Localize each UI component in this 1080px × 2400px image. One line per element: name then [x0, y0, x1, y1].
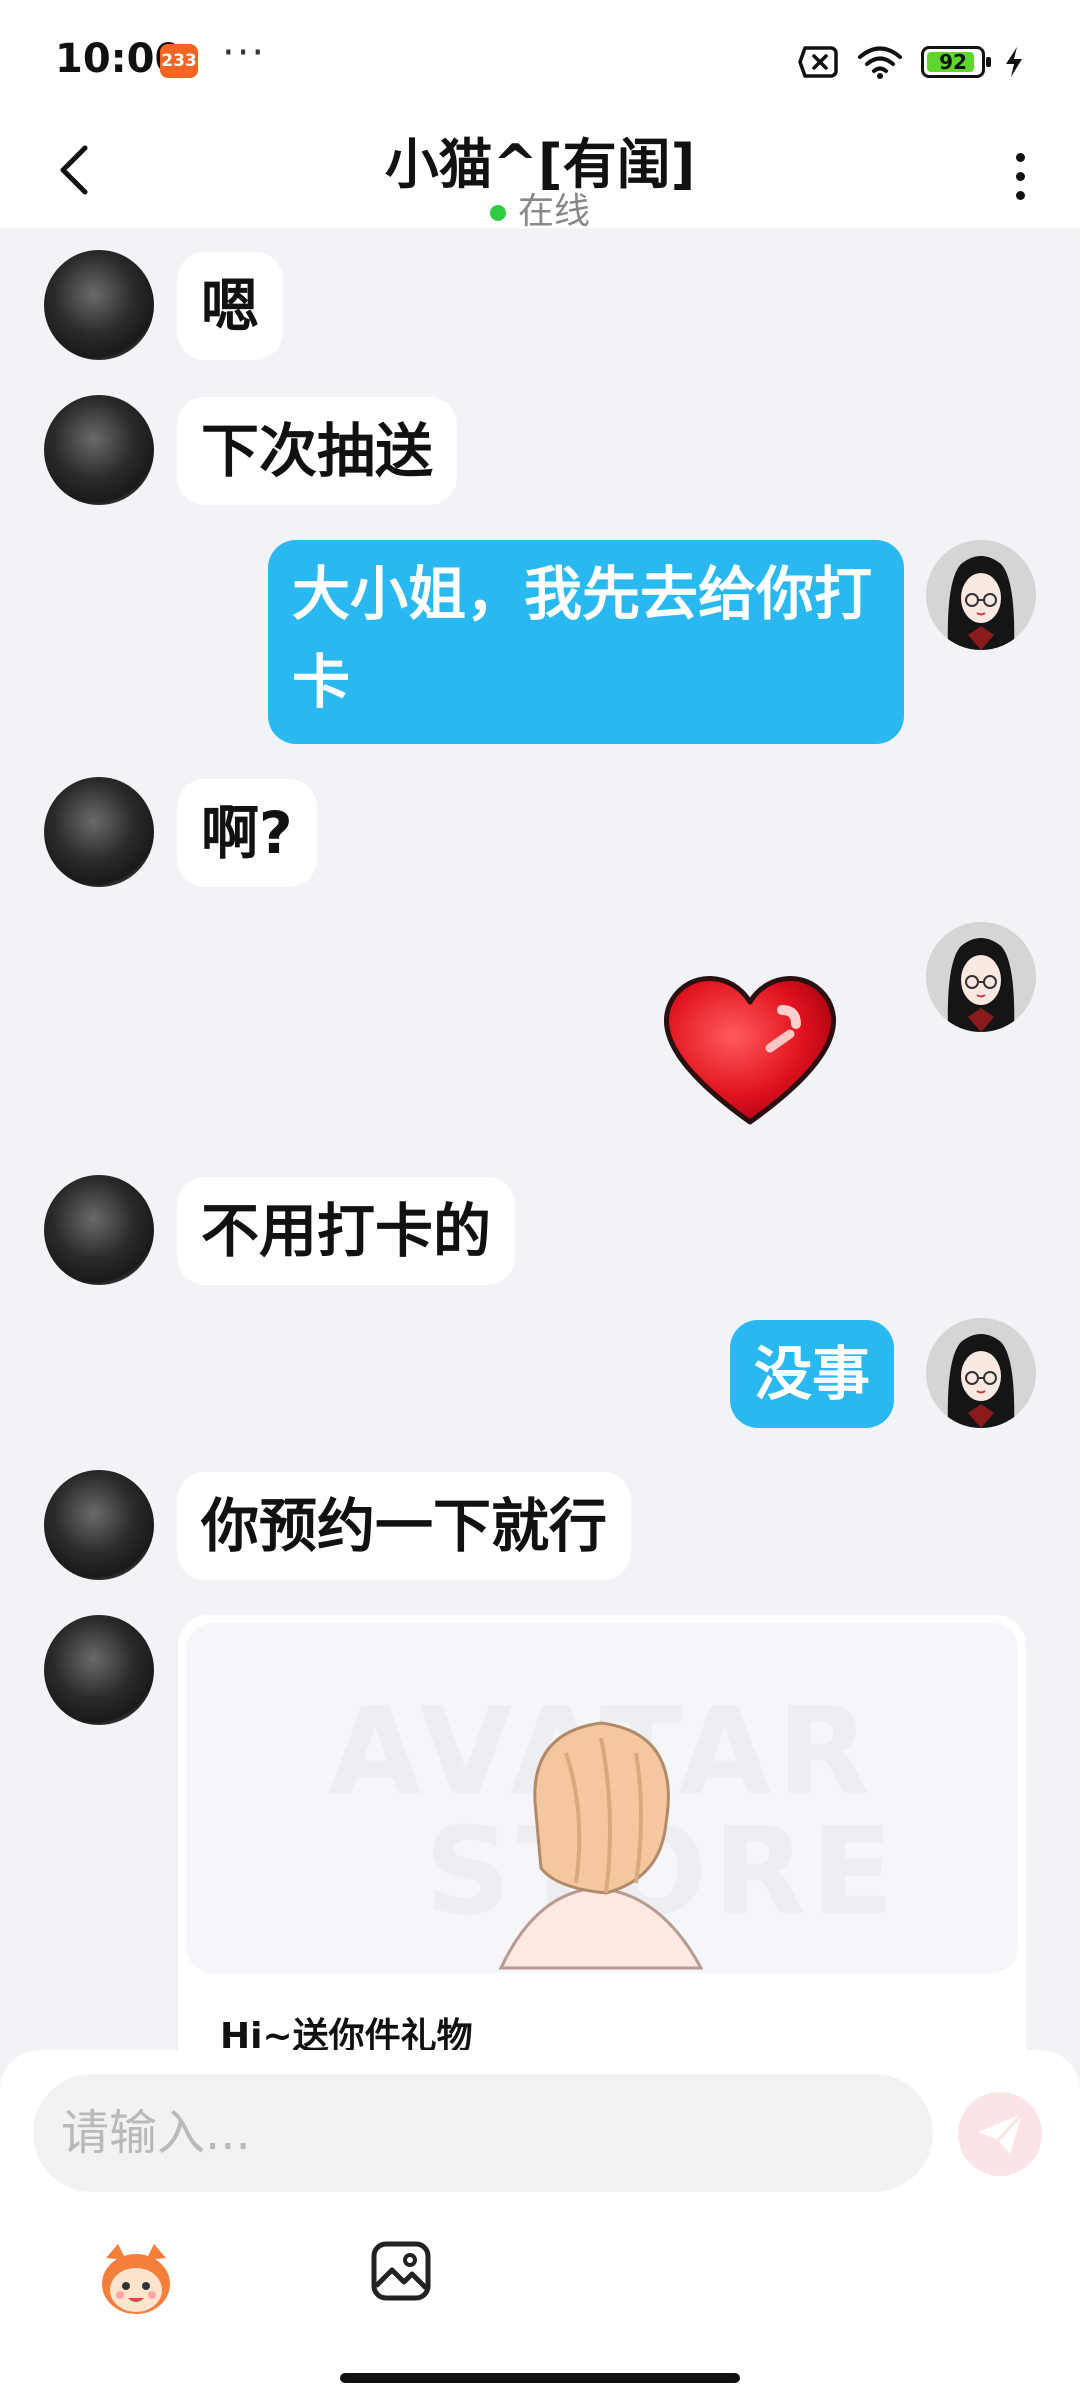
battery-level: 92 [939, 50, 967, 74]
gift-image: AVATAR STORE [186, 1623, 1018, 1973]
contact-avatar[interactable] [44, 250, 154, 360]
message-bubble[interactable]: 大小姐，我先去给你打卡 [268, 540, 904, 744]
home-indicator[interactable] [340, 2373, 740, 2383]
red-heart-sticker[interactable] [650, 962, 850, 1132]
sim-off-icon [798, 46, 838, 78]
more-notifications-indicator: ··· [222, 30, 267, 76]
contact-avatar[interactable] [44, 777, 154, 887]
anime-girl-avatar-icon [926, 540, 1036, 650]
message-input[interactable] [33, 2074, 933, 2192]
message-bubble[interactable]: 不用打卡的 [177, 1177, 516, 1285]
anime-girl-avatar-icon [926, 1318, 1036, 1428]
status-bar: 10:00 233 ··· 92 [0, 0, 1080, 120]
online-status-label: 在线 [517, 191, 590, 232]
contact-avatar[interactable] [44, 1470, 154, 1580]
anime-girl-avatar-icon [926, 922, 1036, 1032]
send-icon [978, 2112, 1024, 2154]
online-dot-icon [489, 205, 506, 221]
emoji-button[interactable] [96, 2240, 176, 2320]
battery-icon: 92 [921, 46, 991, 78]
status-icons: 92 [797, 40, 1025, 84]
contact-avatar[interactable] [44, 1175, 154, 1285]
chat-header: 小猫^[有闺] 在线 [0, 120, 1080, 232]
input-area [0, 2050, 1080, 2400]
wifi-icon [858, 46, 902, 79]
charging-icon [1006, 47, 1022, 77]
message-bubble[interactable]: 嗯 [177, 252, 284, 360]
image-icon [371, 2241, 431, 2301]
message-bubble[interactable]: 没事 [730, 1320, 895, 1428]
self-avatar[interactable] [926, 540, 1036, 650]
message-bubble[interactable]: 啊? [177, 779, 317, 887]
image-button[interactable] [370, 2240, 440, 2310]
self-avatar[interactable] [926, 1318, 1036, 1428]
more-options-button[interactable] [1000, 136, 1040, 216]
message-bubble[interactable]: 你预约一下就行 [177, 1472, 632, 1580]
gift-card[interactable]: AVATAR STORE Hi~送你件礼物 [178, 1615, 1026, 2095]
message-bubble[interactable]: 下次抽送 [177, 397, 458, 505]
notification-badge: 233 [160, 44, 198, 78]
contact-avatar[interactable] [44, 1615, 154, 1725]
chat-screen: 10:00 233 ··· 92 小猫^[有闺] 在线 嗯 下次抽送 大小姐，我… [0, 0, 1080, 2400]
contact-avatar[interactable] [44, 395, 154, 505]
gift-avatar-figure [498, 1721, 704, 1970]
more-vertical-icon [1015, 152, 1025, 162]
send-button[interactable] [958, 2092, 1042, 2176]
self-avatar[interactable] [926, 922, 1036, 1032]
emoji-mascot-icon [102, 2244, 170, 2314]
online-status: 在线 [0, 182, 1080, 234]
